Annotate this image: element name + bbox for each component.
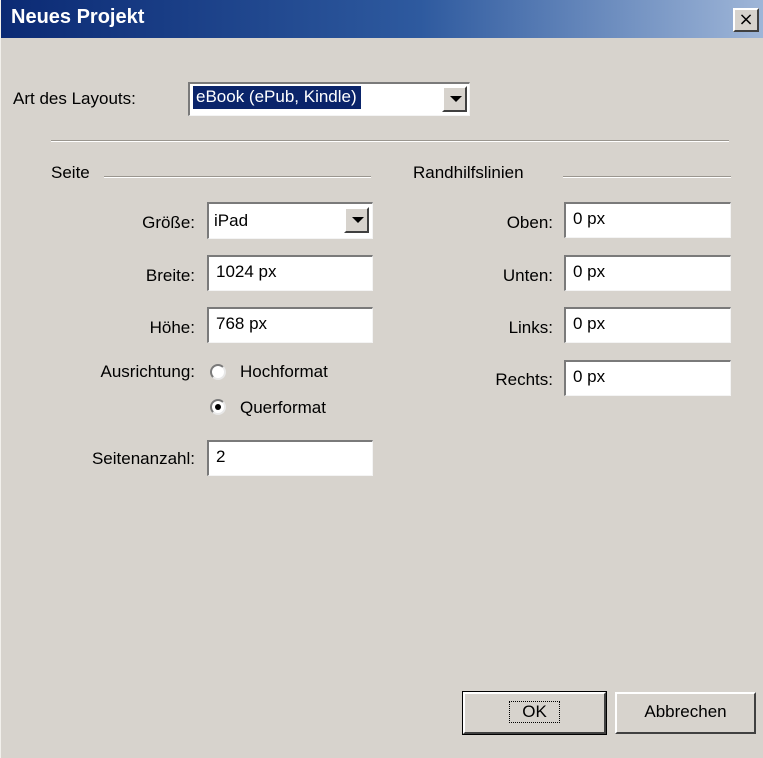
window-title: Neues Projekt <box>11 6 145 28</box>
radio-landscape-label[interactable]: Querformat <box>240 398 326 418</box>
new-project-dialog: Neues Projekt × Art des Layouts: eBook (… <box>0 0 763 758</box>
margin-bottom-label: Unten: <box>502 266 553 285</box>
height-field[interactable]: 768 px <box>207 307 373 343</box>
margin-top-field[interactable]: 0 px <box>564 202 731 238</box>
size-value: iPad <box>214 211 249 230</box>
width-label: Breite: <box>145 266 195 285</box>
section-title-page: Seite <box>51 163 90 182</box>
cancel-button-label: Abbrechen <box>644 702 727 721</box>
radio-landscape[interactable] <box>210 399 226 415</box>
size-label: Größe: <box>142 213 195 232</box>
section-line-margins <box>563 176 731 178</box>
layout-type-select[interactable]: eBook (ePub, Kindle) <box>188 82 470 116</box>
margin-right-label: Rechts: <box>495 370 553 389</box>
margin-bottom-field[interactable]: 0 px <box>564 255 731 291</box>
margin-left-label: Links: <box>508 318 553 337</box>
orientation-label: Ausrichtung: <box>100 362 196 381</box>
margin-top-label: Oben: <box>506 213 553 232</box>
margin-right-field[interactable]: 0 px <box>564 360 731 396</box>
layout-type-value: eBook (ePub, Kindle) <box>192 85 362 110</box>
close-button[interactable]: × <box>733 8 759 32</box>
cancel-button[interactable]: Abbrechen <box>615 692 756 734</box>
title-bar[interactable]: Neues Projekt × <box>1 0 763 38</box>
page-count-label: Seitenanzahl: <box>91 449 195 468</box>
layout-type-label: Art des Layouts: <box>13 89 136 108</box>
ok-button-label: OK <box>509 701 560 723</box>
ok-button[interactable]: OK <box>462 691 607 735</box>
width-field[interactable]: 1024 px <box>207 255 373 291</box>
section-title-margins: Randhilfslinien <box>413 163 524 182</box>
height-label: Höhe: <box>149 318 195 337</box>
size-select[interactable]: iPad <box>207 202 373 239</box>
radio-portrait-label[interactable]: Hochformat <box>240 362 328 382</box>
margin-left-field[interactable]: 0 px <box>564 307 731 343</box>
radio-portrait[interactable] <box>210 364 226 380</box>
page-count-field[interactable]: 2 <box>207 440 373 476</box>
chevron-down-icon[interactable] <box>442 86 467 112</box>
close-icon: × <box>738 9 754 30</box>
separator <box>51 140 729 142</box>
chevron-down-icon[interactable] <box>344 207 369 233</box>
section-line-page <box>104 176 371 178</box>
